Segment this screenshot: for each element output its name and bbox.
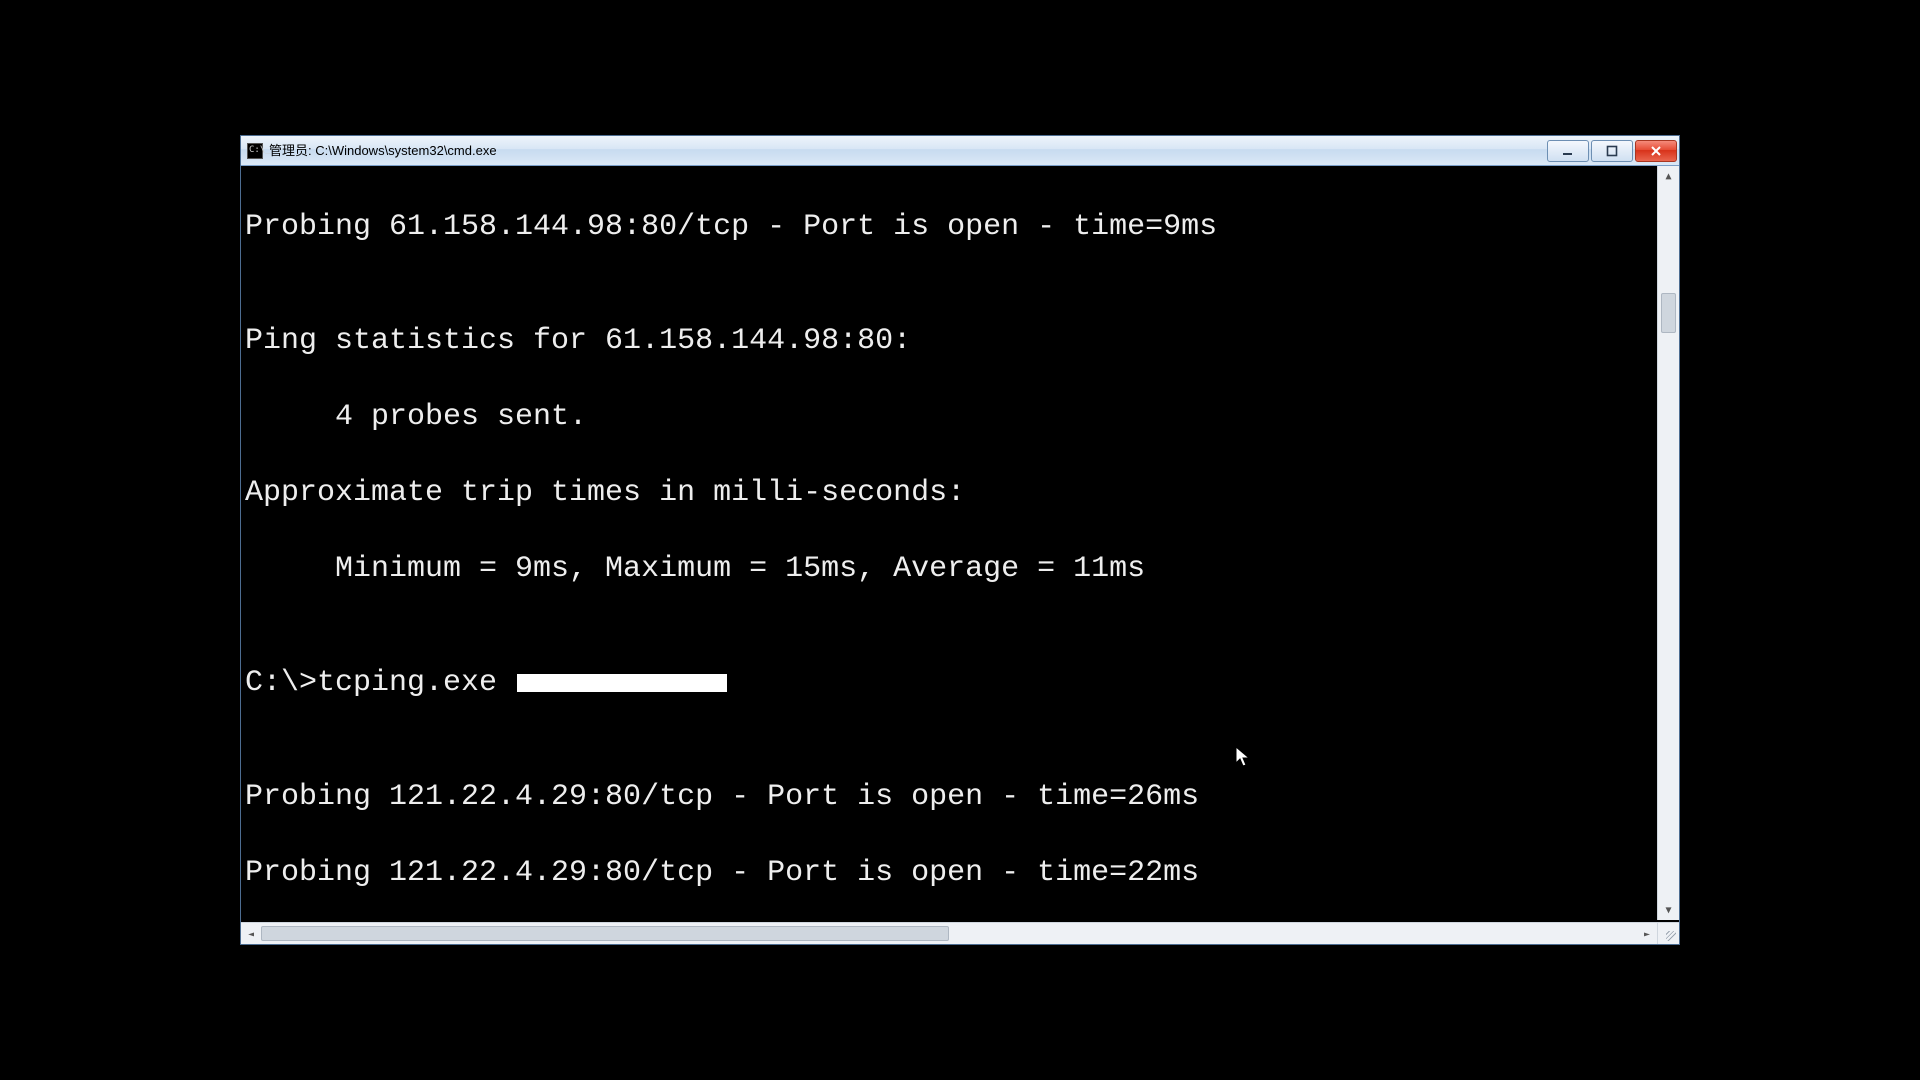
output-line: Probing 61.158.144.98:80/tcp - Port is o… [245, 208, 1655, 246]
output-line: 4 probes sent. [245, 398, 1655, 436]
command-line: C:\>tcping.exe [245, 664, 1655, 702]
horizontal-scroll-thumb[interactable] [261, 926, 949, 941]
output-line: Approximate trip times in milli-seconds: [245, 474, 1655, 512]
scroll-up-arrow-icon[interactable]: ▲ [1658, 166, 1679, 186]
vertical-scroll-thumb[interactable] [1661, 293, 1676, 333]
minimize-button[interactable] [1547, 140, 1589, 162]
terminal-output[interactable]: Probing 61.158.144.98:80/tcp - Port is o… [245, 170, 1655, 920]
window-title: 管理员: C:\Windows\system32\cmd.exe [269, 144, 497, 157]
vertical-scroll-track[interactable] [1658, 186, 1679, 900]
vertical-scrollbar[interactable]: ▲ ▼ [1657, 166, 1679, 920]
horizontal-scrollbar[interactable]: ◄ ► [241, 922, 1657, 944]
resize-grip[interactable] [1657, 922, 1679, 944]
output-line: Minimum = 9ms, Maximum = 15ms, Average =… [245, 550, 1655, 588]
cmd-window: 管理员: C:\Windows\system32\cmd.exe Probing… [240, 135, 1680, 945]
redacted-argument [517, 674, 727, 692]
close-button[interactable] [1635, 140, 1677, 162]
client-area: Probing 61.158.144.98:80/tcp - Port is o… [241, 166, 1679, 944]
output-line: Probing 121.22.4.29:80/tcp - Port is ope… [245, 854, 1655, 892]
horizontal-scroll-track[interactable] [261, 923, 1637, 944]
titlebar[interactable]: 管理员: C:\Windows\system32\cmd.exe [241, 136, 1679, 166]
scroll-left-arrow-icon[interactable]: ◄ [241, 923, 261, 945]
output-line: Probing 121.22.4.29:80/tcp - Port is ope… [245, 778, 1655, 816]
cmd-icon [247, 143, 263, 159]
output-line: Ping statistics for 61.158.144.98:80: [245, 322, 1655, 360]
command-prefix: C:\>tcping.exe [245, 666, 515, 700]
maximize-button[interactable] [1591, 140, 1633, 162]
scroll-down-arrow-icon[interactable]: ▼ [1658, 900, 1679, 920]
scroll-right-arrow-icon[interactable]: ► [1637, 923, 1657, 945]
